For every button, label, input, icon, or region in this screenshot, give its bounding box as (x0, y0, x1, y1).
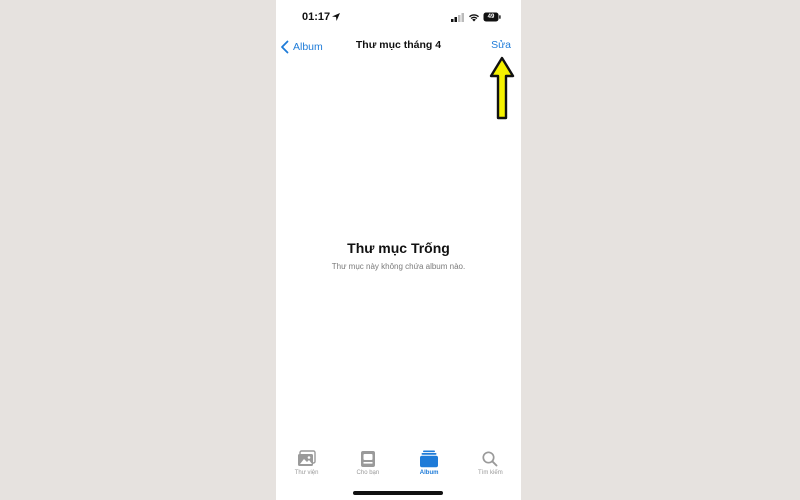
cellular-signal-icon (451, 13, 464, 22)
empty-state: Thư mục Trống Thư mục này không chứa alb… (276, 240, 521, 271)
battery-level: 49 (487, 13, 495, 20)
tab-albums[interactable]: Album (404, 450, 454, 484)
tab-label: Tìm kiếm (478, 470, 503, 476)
photo-library-icon (297, 450, 316, 466)
tab-label: Cho bạn (356, 470, 380, 476)
edit-button[interactable]: Sửa (491, 39, 511, 51)
annotation-arrow-up-icon (489, 56, 515, 120)
navigation-bar: Album Thư mục tháng 4 Sửa (276, 34, 521, 60)
tab-label: Thư viện (294, 470, 319, 476)
tab-search[interactable]: Tìm kiếm (465, 450, 515, 484)
wifi-icon (469, 14, 479, 22)
empty-state-subtitle: Thư mục này không chứa album nào. (331, 262, 466, 271)
tab-bar: Thư viện Cho bạn Album Tìm kiếm (276, 450, 521, 484)
status-bar: 01:17 49 (276, 0, 521, 34)
tab-library[interactable]: Thư viện (282, 450, 332, 484)
page-title: Thư mục tháng 4 (355, 39, 442, 51)
phone-screen: 01:17 49 Album Thư mục tháng 4 Sửa Thư m… (276, 0, 521, 500)
status-time: 01:17 (302, 11, 331, 23)
home-indicator (353, 491, 443, 495)
search-icon (482, 451, 498, 467)
for-you-icon (360, 451, 375, 467)
location-arrow-icon (332, 13, 340, 21)
tab-for-you[interactable]: Cho bạn (343, 450, 393, 484)
empty-state-title: Thư mục Trống (347, 240, 450, 256)
albums-icon (420, 450, 439, 468)
tab-label: Album (419, 470, 439, 476)
